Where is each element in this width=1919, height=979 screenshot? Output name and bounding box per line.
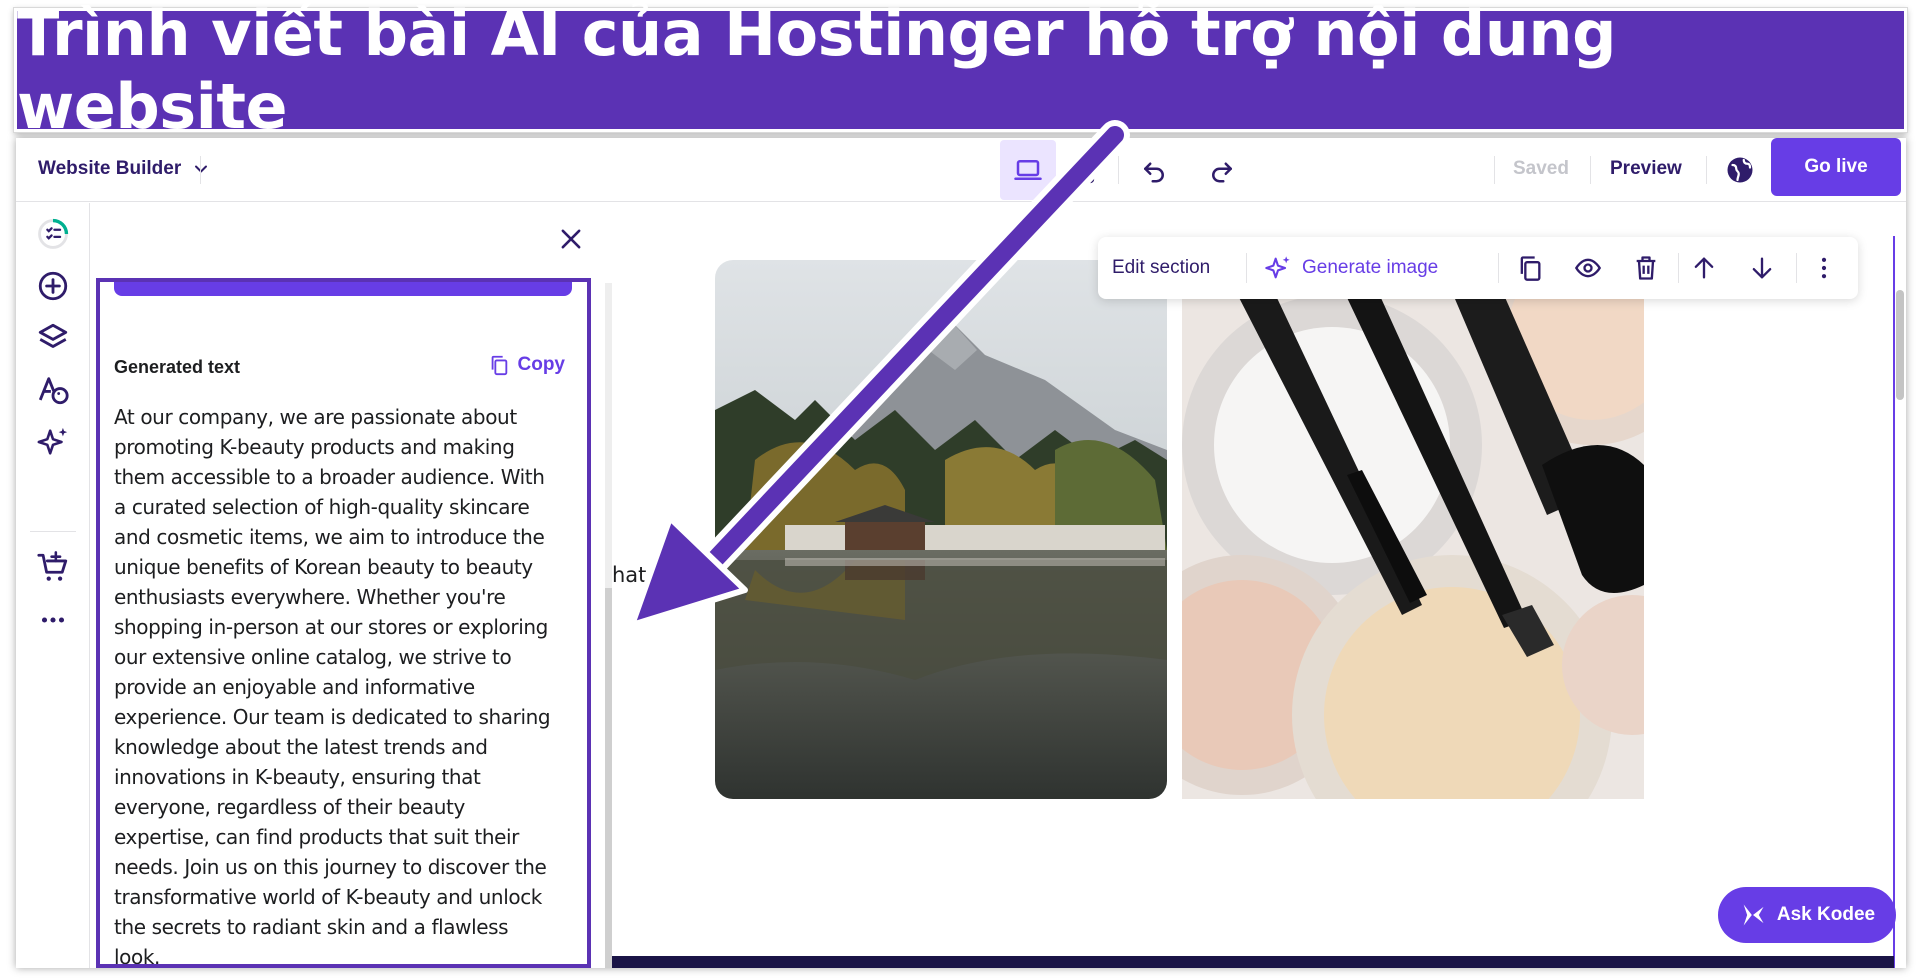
go-live-button[interactable]: Go live [1771, 138, 1901, 196]
partial-section-text: hat [612, 563, 647, 587]
left-icon-rail [16, 203, 90, 968]
more-options-button[interactable] [1810, 237, 1838, 299]
undo-icon [1144, 162, 1164, 183]
redo-button[interactable] [1194, 138, 1250, 202]
move-down-button[interactable] [1748, 237, 1776, 299]
divider [1590, 156, 1591, 184]
generated-text-box: Generated text Copy At our company, we a… [96, 278, 591, 968]
divider [1678, 253, 1679, 283]
page-canvas[interactable]: hat [612, 203, 1906, 968]
section-toolbar: Edit section Generate image [1098, 237, 1858, 299]
website-builder-menu[interactable]: Website Builder [38, 158, 211, 180]
canvas-scrollbar[interactable] [1896, 290, 1904, 400]
plus-circle-icon [38, 271, 68, 301]
duplicate-button[interactable] [1516, 237, 1544, 299]
ai-tools-button[interactable] [36, 425, 70, 459]
top-bar: Website Builder Saved Preview [16, 138, 1906, 202]
preview-button[interactable]: Preview [1610, 158, 1682, 180]
sparkles-icon [1265, 256, 1290, 279]
banner-title: Trình viết bài AI của Hostinger hỗ trợ n… [17, 0, 1616, 143]
copy-button[interactable]: Copy [488, 354, 566, 376]
publish-settings-button[interactable] [1712, 138, 1768, 202]
sparkles-icon [37, 427, 68, 455]
progress-checklist-icon [38, 218, 69, 249]
desktop-view-button[interactable] [1000, 140, 1056, 200]
mobile-view-button[interactable] [1058, 138, 1114, 202]
copy-icon [491, 355, 507, 376]
landscape-photo[interactable] [715, 260, 1167, 799]
more-vertical-icon [1821, 257, 1827, 279]
trash-icon [1636, 256, 1656, 280]
duplicate-icon [1520, 256, 1541, 281]
close-icon[interactable] [557, 225, 585, 253]
mobile-icon [1077, 156, 1095, 184]
checklist-button[interactable] [36, 217, 70, 251]
edit-section-label: Edit section [1112, 257, 1211, 278]
styles-button[interactable] [36, 373, 70, 407]
generated-text-content: At our company, we are passionate about … [114, 405, 551, 968]
edit-section-button[interactable]: Edit section [1112, 237, 1210, 299]
generate-image-button[interactable]: Generate image [1264, 237, 1438, 299]
ask-kodee-label: Ask Kodee [1776, 904, 1876, 925]
divider [1498, 253, 1499, 283]
divider [1118, 156, 1119, 184]
pavilion-lake-image [715, 260, 1167, 799]
visibility-button[interactable] [1574, 237, 1602, 299]
makeup-photo[interactable] [1182, 245, 1644, 799]
ai-writer-panel: Generated text Copy At our company, we a… [91, 203, 613, 968]
cart-add-icon [37, 551, 68, 581]
arrow-down-icon [1752, 257, 1772, 279]
more-horizontal-icon [41, 617, 65, 623]
saved-status: Saved [1513, 158, 1569, 179]
app-title: Website Builder [38, 158, 182, 179]
generated-text-label: Generated text [114, 357, 241, 377]
selected-section-border [1893, 236, 1895, 968]
generate-image-label: Generate image [1302, 257, 1439, 278]
divider [1796, 253, 1797, 283]
divider [1706, 156, 1707, 184]
layers-button[interactable] [36, 321, 70, 355]
delete-button[interactable] [1632, 237, 1660, 299]
title-banner: Trình viết bài AI của Hostinger hỗ trợ n… [14, 0, 1907, 143]
divider [30, 531, 76, 532]
add-element-button[interactable] [36, 269, 70, 303]
ask-kodee-button[interactable]: Ask Kodee [1718, 887, 1896, 943]
copy-label: Copy [517, 354, 566, 375]
divider [1494, 156, 1495, 184]
laptop-icon [1014, 160, 1042, 180]
chevron-down-icon [195, 165, 208, 173]
makeup-brushes-image [1182, 245, 1644, 799]
redo-icon [1212, 162, 1232, 183]
kodee-sparkle-icon [1743, 904, 1764, 926]
layers-icon [38, 323, 68, 348]
undo-button[interactable] [1126, 138, 1182, 202]
font-palette-icon [38, 377, 69, 405]
section-bottom-edge [612, 956, 1894, 968]
more-button[interactable] [36, 603, 70, 637]
divider [1246, 253, 1247, 283]
eye-icon [1574, 258, 1602, 278]
move-up-button[interactable] [1690, 237, 1718, 299]
store-button[interactable] [36, 551, 70, 585]
generate-button-edge[interactable] [114, 282, 572, 296]
arrow-up-icon [1694, 257, 1714, 279]
divider [200, 156, 201, 184]
globe-icon [1727, 157, 1753, 183]
